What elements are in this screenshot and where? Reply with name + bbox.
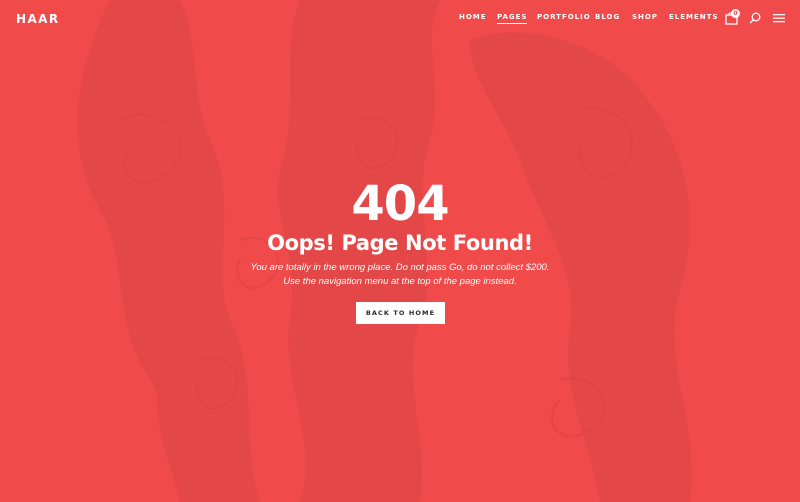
site-header: HAAR HOME PAGES PORTFOLIO BLOG SHOP ELEM… <box>0 0 800 36</box>
nav-item-blog[interactable]: BLOG <box>595 13 620 21</box>
error-code: 404 <box>351 176 449 232</box>
back-to-home-button[interactable]: BACK TO HOME <box>356 302 445 324</box>
nav-item-home[interactable]: HOME <box>459 13 487 21</box>
nav-item-shop[interactable]: SHOP <box>632 13 658 21</box>
nav-item-elements[interactable]: ELEMENTS <box>669 13 718 21</box>
error-description-line-1: You are totally in the wrong place. Do n… <box>250 262 550 273</box>
nav-item-portfolio[interactable]: PORTFOLIO <box>537 13 591 21</box>
nav-item-pages[interactable]: PAGES <box>497 13 528 24</box>
error-title: Oops! Page Not Found! <box>267 231 533 255</box>
error-description-line-2: Use the navigation menu at the top of th… <box>283 276 517 287</box>
search-icon[interactable] <box>749 12 761 24</box>
site-logo[interactable]: HAAR <box>16 12 59 26</box>
hamburger-menu-icon[interactable] <box>773 13 785 23</box>
cart-count-badge: 0 <box>731 9 740 18</box>
